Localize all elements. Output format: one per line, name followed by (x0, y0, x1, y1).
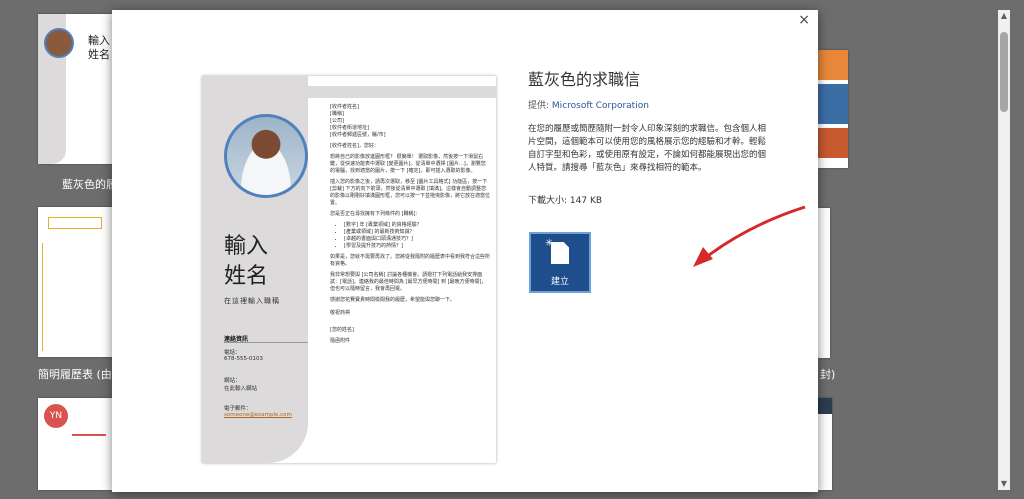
letter-paragraph: 感謝您花費寶貴時間檢閱我的履歷，希望能與您聊一下。 (330, 297, 456, 303)
template-info-panel: 藍灰色的求職信 提供: Microsoft Corporation 在您的履歷或… (528, 66, 768, 206)
template-title: 藍灰色的求職信 (528, 70, 641, 89)
recipient-line: [收件者姓名] (330, 104, 359, 110)
scroll-up-arrow-icon[interactable]: ▲ (998, 10, 1010, 22)
preview-name: 輸入 姓名 (224, 232, 304, 292)
list-item: [卓越的書面與口頭溝通技巧？] (344, 236, 490, 243)
gallery-thumb-monogram: YN (44, 404, 68, 428)
template-preview-dialog: × 輸入 姓名 在這裡輸入職稱 連絡資訊 電話： 678-555-0103 網站… (112, 10, 818, 492)
gallery-thumb-blue-gray-resume[interactable]: 輸入 姓名 (38, 14, 112, 164)
closing: 敬祝商祺 (330, 310, 351, 316)
preview-name-line2: 姓名 (224, 264, 269, 289)
header-band (272, 86, 496, 98)
template-description: 在您的履歷或簡歷隨附一封令人印象深刻的求職信。包含個人相片空間，這個範本可以使用… (528, 124, 767, 173)
website-value: 在此輸入網站 (224, 386, 258, 392)
list-item: [數字] 年 [專業領域] 的資格經驗？ (344, 222, 490, 229)
letter-paragraph: 想將自己的影像放進圓形框？ 很簡單！ 選取影像，然後按一下滑鼠右鍵，從快速功能表… (330, 154, 486, 174)
gallery-caption: 封) (820, 368, 836, 381)
provider-line: 提供: Microsoft Corporation (528, 98, 768, 111)
email-value: someone@example.com (224, 412, 292, 418)
scroll-down-arrow-icon[interactable]: ▼ (998, 478, 1010, 490)
new-document-icon (551, 242, 569, 264)
gallery-thumb-dark[interactable] (818, 398, 832, 490)
recipient-line: [收件者街道地址] (330, 125, 369, 131)
email-label: 電子郵件： (224, 406, 252, 412)
scroll-thumb[interactable] (1000, 32, 1008, 112)
profile-photo (224, 114, 308, 198)
list-item: [學習及提升技巧的熱情？] (344, 243, 490, 250)
greeting: [收件者姓名]，您好： (330, 143, 379, 149)
recipient-line: [收件者郵遞區號，縣/市] (330, 132, 386, 138)
qualification-list: [數字] 年 [專業領域] 的資格經驗？ [產業或領域] 的最新技術知識？ [卓… (344, 222, 490, 250)
download-size-value: 147 KB (569, 196, 603, 206)
vertical-scrollbar[interactable]: ▲ ▼ (998, 10, 1010, 490)
download-size-label: 下載大小: (528, 196, 568, 206)
preview-name-line1: 輸入 (224, 234, 269, 259)
gallery-thumb-document[interactable] (818, 208, 830, 358)
close-icon[interactable]: × (798, 12, 810, 28)
recipient-block: [收件者姓名] [職稱] [公司] [收件者街道地址] [收件者郵遞區號，縣/市… (330, 104, 490, 139)
preview-job-title: 在這裡輸入職稱 (224, 297, 280, 305)
letter-body: [收件者姓名] [職稱] [公司] [收件者街道地址] [收件者郵遞區號，縣/市… (330, 104, 490, 349)
create-button[interactable]: ✳ 建立 (529, 232, 591, 293)
letter-paragraph: 我非常想要與 [公司名稱] 討論各種機會。請撥打下列電話給我安排面試：[電話]。… (330, 272, 487, 292)
gallery-thumb-name: 姓名 (88, 48, 110, 61)
contact-divider (224, 342, 308, 343)
recipient-line: [職稱] (330, 111, 344, 117)
letter-paragraph: 插入您的影像之後，請再次選取，移至 [圖片工具格式] 功能區，按一下 [剪裁] … (330, 179, 491, 206)
provider-label: 提供: (528, 101, 550, 111)
gallery-thumb-yn-resume[interactable]: YN (38, 398, 112, 490)
enclosure: 隨函附件 (330, 338, 351, 344)
signature: [您的姓名] (330, 327, 354, 333)
phone-value: 678-555-0103 (224, 356, 263, 362)
template-preview-page: 輸入 姓名 在這裡輸入職稱 連絡資訊 電話： 678-555-0103 網站： … (202, 76, 496, 463)
recipient-line: [公司] (330, 118, 344, 124)
list-item: [產業或領域] 的最新技術知識？ (344, 229, 490, 236)
website-label: 網站： (224, 378, 241, 384)
phone-label: 電話： (224, 350, 241, 356)
gallery-thumb-brochure[interactable] (818, 50, 848, 168)
create-button-label: 建立 (550, 277, 569, 287)
annotation-arrow-icon (693, 205, 806, 267)
letter-paragraph: 您是否正在尋找擁有下列條件的 [職稱]： (330, 211, 421, 217)
gallery-thumb-simple-resume[interactable] (38, 207, 112, 357)
letter-paragraph: 如果是，您就不需要再找了。您將從我隨附的履歷表中看到我符合這些所有資格。 (330, 254, 491, 267)
provider-link[interactable]: Microsoft Corporation (552, 101, 649, 111)
